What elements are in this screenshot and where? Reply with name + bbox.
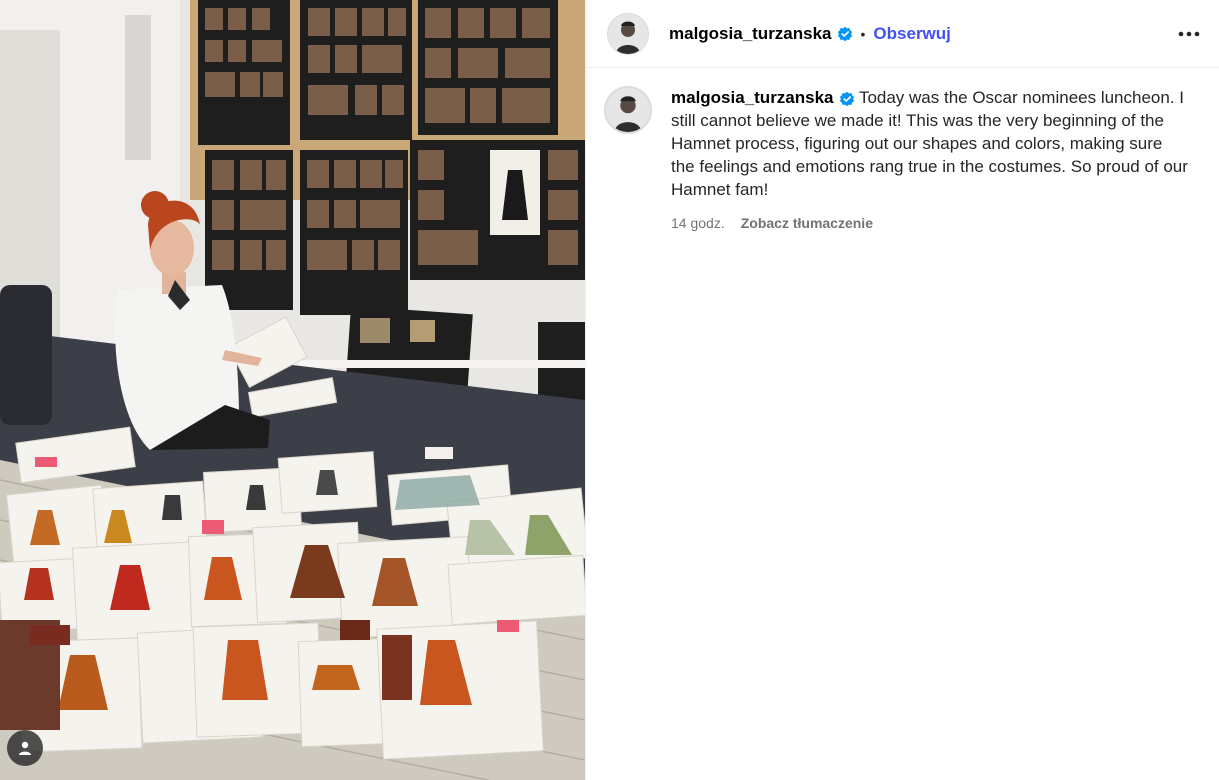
author-avatar-image xyxy=(608,13,648,54)
see-translation-button[interactable]: Zobacz tłumaczenie xyxy=(741,215,873,231)
caption-avatar-image xyxy=(606,88,650,132)
caption-verified-badge-icon xyxy=(839,91,855,107)
caption-meta: 14 godz. Zobacz tłumaczenie xyxy=(671,215,1189,231)
caption-author-avatar[interactable] xyxy=(604,86,652,134)
caption-username[interactable]: malgosia_turzanska xyxy=(671,88,834,107)
post-header: malgosia_turzanska • Obserwuj xyxy=(586,0,1219,68)
photo-illustration xyxy=(0,0,585,780)
author-avatar[interactable] xyxy=(607,12,649,55)
caption-body: malgosia_turzanska Today was the Oscar n… xyxy=(671,86,1189,231)
follow-button[interactable]: Obserwuj xyxy=(873,24,950,44)
post-timestamp[interactable]: 14 godz. xyxy=(671,215,725,231)
header-separator: • xyxy=(860,25,866,42)
more-options-button[interactable] xyxy=(1177,22,1201,46)
more-options-icon xyxy=(1178,31,1200,37)
user-tag-icon xyxy=(19,741,31,755)
author-username[interactable]: malgosia_turzanska xyxy=(669,24,832,44)
post-side-panel: malgosia_turzanska • Obserwuj malgosia_t… xyxy=(585,0,1219,780)
tagged-users-button[interactable] xyxy=(7,730,43,766)
verified-badge-icon xyxy=(837,26,853,42)
caption-comment: malgosia_turzanska Today was the Oscar n… xyxy=(586,68,1219,231)
caption-text: malgosia_turzanska Today was the Oscar n… xyxy=(671,86,1189,201)
post-photo[interactable] xyxy=(0,0,585,780)
